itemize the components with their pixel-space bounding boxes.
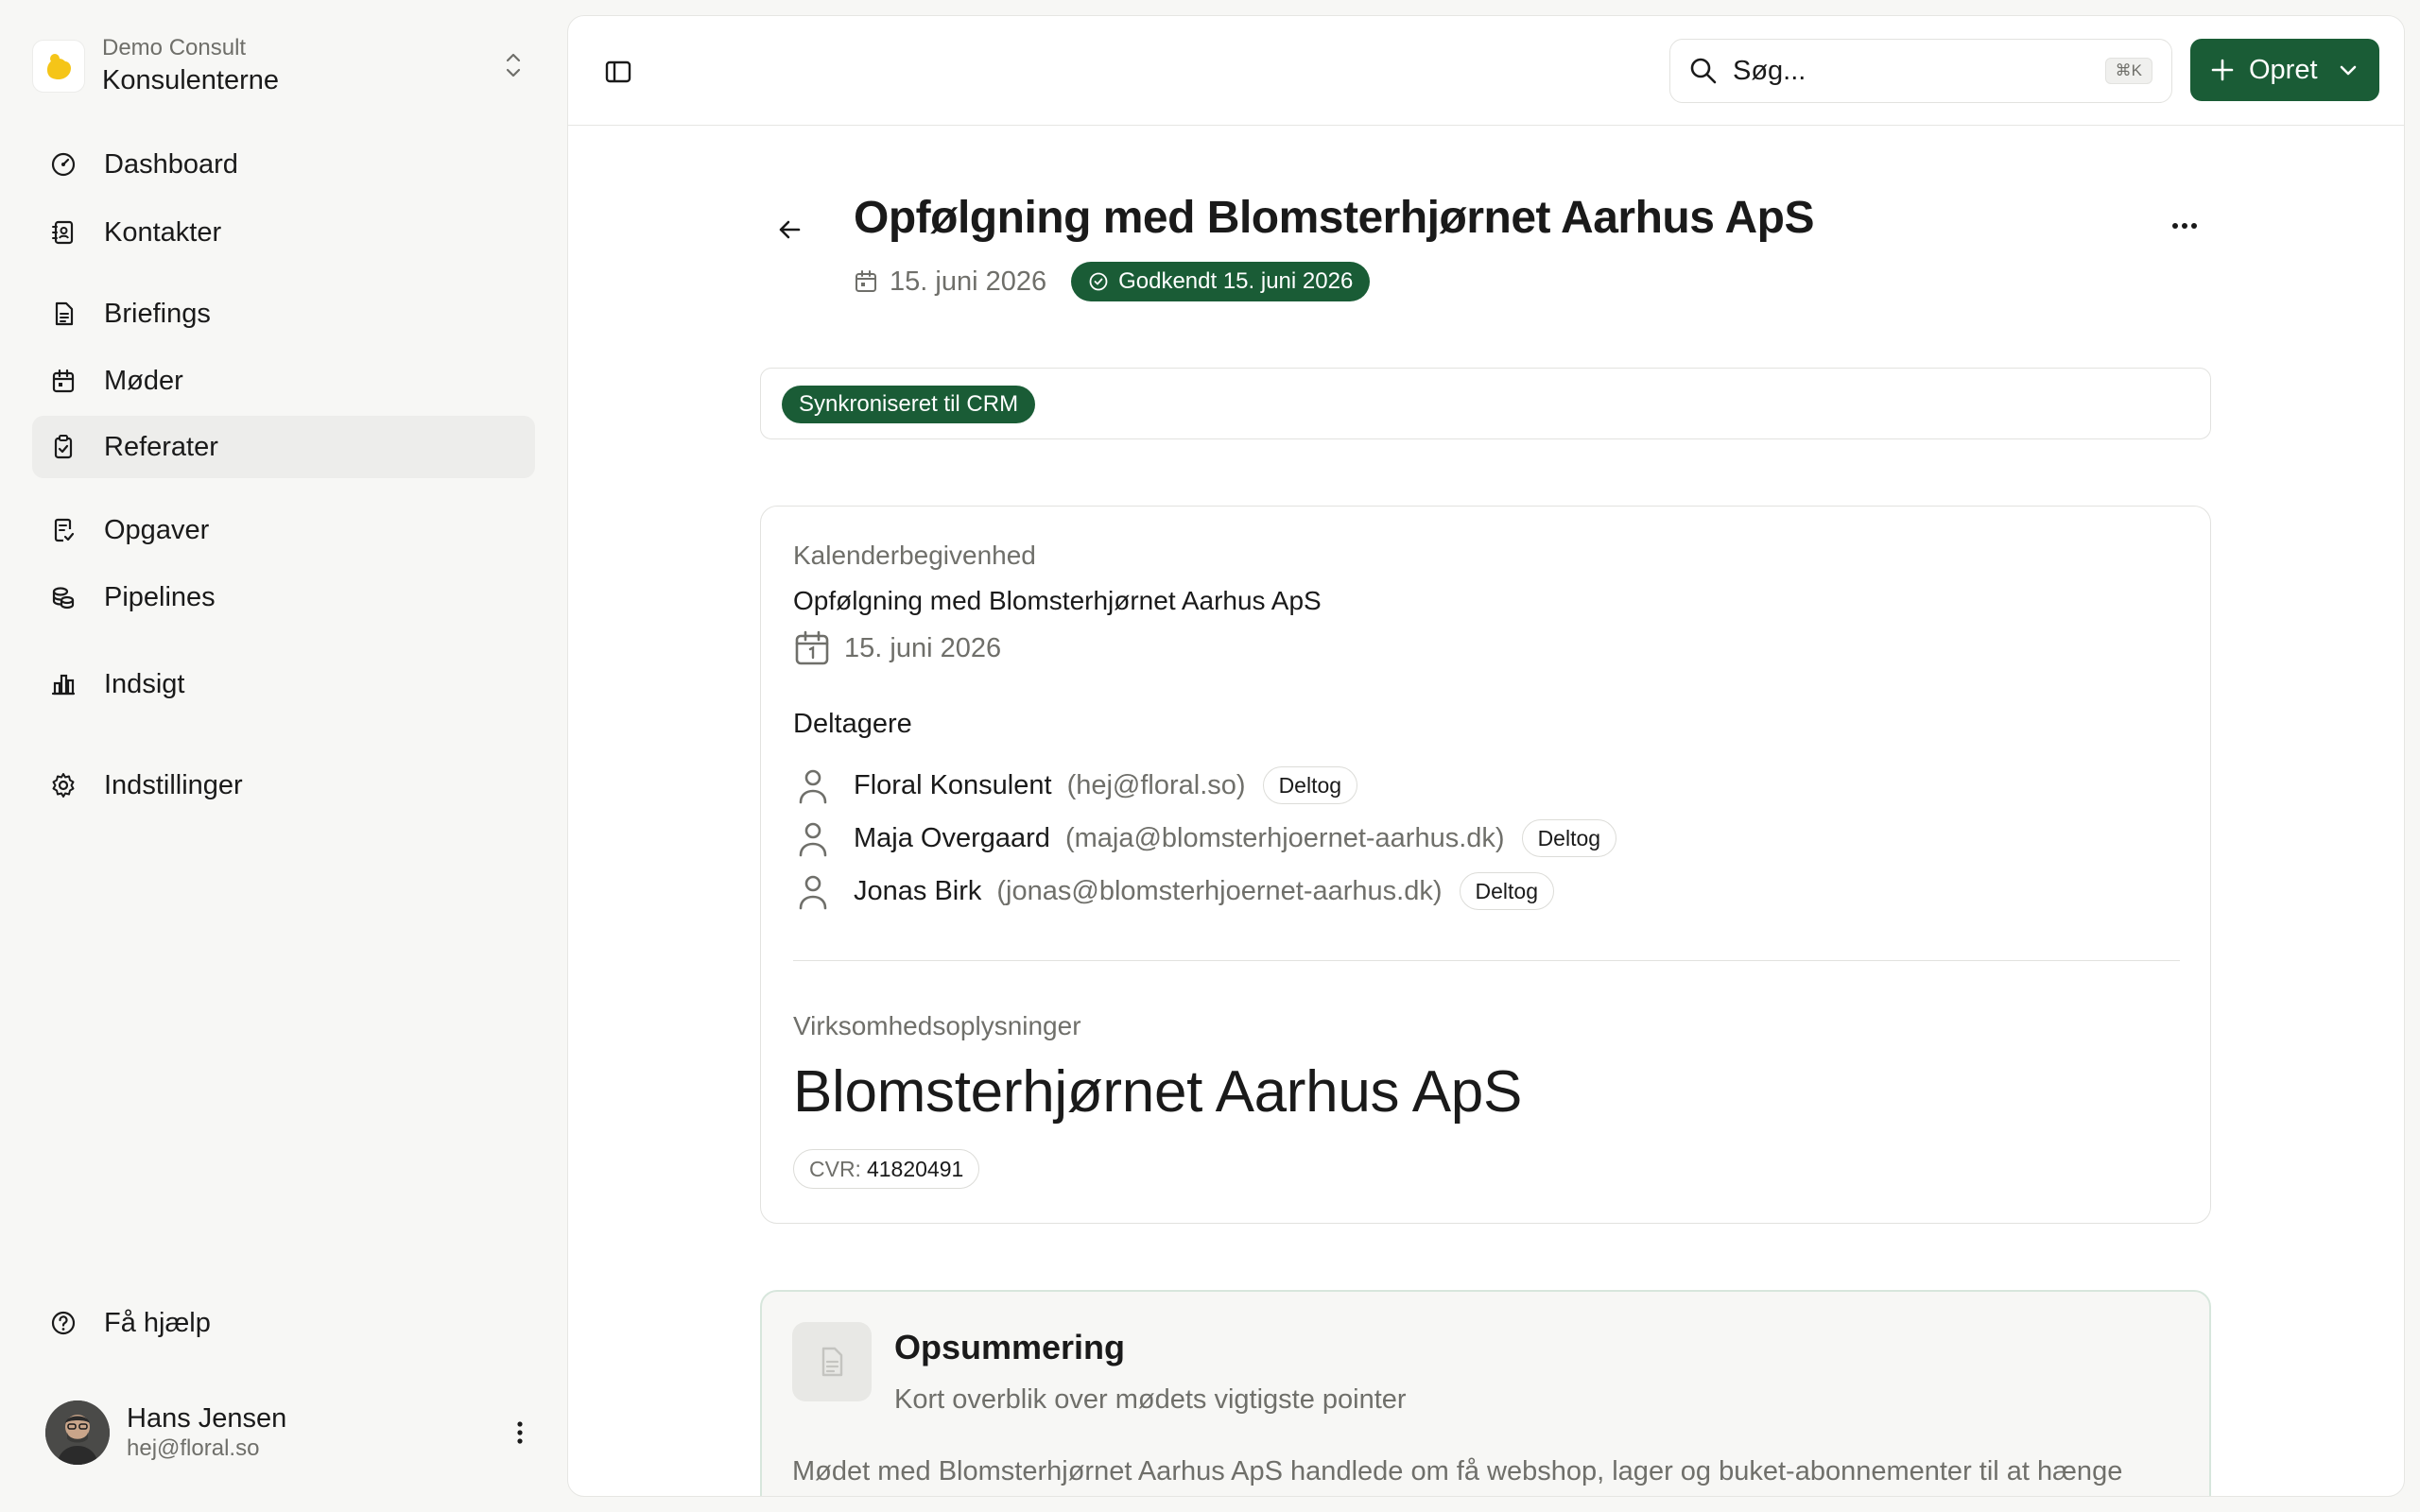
sidebar-item-label: Dashboard [104, 148, 238, 180]
search-input[interactable]: Søg... ⌘K [1669, 39, 2172, 103]
coins-icon [52, 587, 75, 610]
sidebar-item-pipelines[interactable]: Pipelines [32, 566, 535, 628]
participant-name: Jonas Birk [854, 875, 982, 906]
sidebar-item-label: Få hjælp [104, 1307, 211, 1338]
status-badge-label: Godkendt 15. juni 2026 [1118, 268, 1354, 294]
sidebar-item-dashboard[interactable]: Dashboard [32, 133, 535, 196]
gauge-icon [51, 152, 76, 177]
company-name: Blomsterhjørnet Aarhus ApS [793, 1059, 1523, 1125]
person-icon [799, 875, 827, 910]
sidebar-item-briefings[interactable]: Briefings [32, 283, 535, 345]
summary-card: Opsummering Kort overblik over mødets vi… [760, 1290, 2211, 1496]
sidebar-item-minutes[interactable]: Referater [32, 416, 535, 478]
participants-heading: Deltagere [793, 709, 912, 739]
plus-icon [2211, 59, 2234, 81]
sidebar-item-help[interactable]: Få hjælp [32, 1292, 535, 1354]
event-card: Kalenderbegivenhed Opfølgning med Blomst… [760, 506, 2211, 1224]
sidebar-item-label: Opgaver [104, 514, 210, 545]
participant-email: (jonas@blomsterhjoernet-aarhus.dk) [996, 875, 1443, 906]
attendance-badge: Deltog [1521, 819, 1617, 857]
event-date: 15. juni 2026 [793, 629, 1001, 667]
ellipsis-icon[interactable] [2166, 207, 2204, 245]
sidebar-panel-icon[interactable] [602, 56, 634, 88]
divider [793, 960, 2180, 961]
topbar: Søg... ⌘K Opret [568, 16, 2404, 126]
check-circle-icon [1089, 272, 1108, 291]
user-email: hej@floral.so [127, 1435, 260, 1461]
sidebar-item-label: Indstillinger [104, 769, 243, 800]
page-title: Opfølgning med Blomsterhjørnet Aarhus Ap… [854, 193, 1814, 243]
search-icon [1690, 58, 1717, 84]
calendar-icon [52, 369, 75, 393]
sidebar-item-label: Indsigt [104, 668, 185, 699]
participant-name: Maja Overgaard [854, 822, 1050, 853]
summary-title: Opsummering [894, 1328, 1126, 1366]
event-title: Opfølgning med Blomsterhjørnet Aarhus Ap… [793, 586, 1322, 615]
org-logo [32, 40, 85, 93]
attendance-badge: Deltog [1262, 766, 1358, 804]
summary-subtitle: Kort overblik over mødets vigtigste poin… [894, 1384, 1407, 1415]
question-circle-icon [51, 1311, 76, 1335]
arrow-left-icon[interactable] [772, 213, 806, 247]
summary-body: Mødet med Blomsterhjørnet Aarhus ApS han… [792, 1456, 2123, 1496]
calendar-icon [795, 630, 829, 665]
sidebar-item-label: Briefings [104, 298, 211, 329]
chevron-up-down-icon [506, 53, 521, 77]
task-list-icon [54, 518, 75, 542]
org-subtitle: Demo Consult [102, 35, 247, 60]
user-profile[interactable]: Hans Jensen hej@floral.so [45, 1399, 537, 1467]
org-switcher[interactable]: Demo Consult Konsulenterne [32, 30, 533, 102]
clipboard-check-icon [54, 435, 73, 459]
org-name: Konsulenterne [102, 65, 280, 95]
document-icon [792, 1322, 872, 1401]
sidebar-item-meetings[interactable]: Møder [32, 350, 535, 412]
create-button[interactable]: Opret [2190, 39, 2379, 101]
sidebar: Demo Consult Konsulenterne Dashboard Kon… [0, 0, 565, 1512]
sidebar-item-label: Referater [104, 431, 218, 462]
sync-badge: Synkroniseret til CRM [782, 386, 1036, 423]
vertical-ellipsis-icon[interactable] [503, 1416, 537, 1450]
sidebar-item-label: Kontakter [104, 216, 222, 248]
chevron-down-icon [2340, 65, 2357, 76]
search-shortcut: ⌘K [2104, 58, 2152, 84]
create-label: Opret [2249, 54, 2318, 85]
search-placeholder: Søg... [1733, 55, 1806, 86]
participant-email: (hej@floral.so) [1066, 769, 1246, 800]
person-icon [799, 822, 827, 857]
sidebar-item-label: Møder [104, 365, 183, 396]
participant-name: Floral Konsulent [854, 769, 1052, 800]
bar-chart-icon [51, 674, 76, 696]
person-icon [799, 769, 827, 804]
meeting-detail: Opfølgning med Blomsterhjørnet Aarhus Ap… [568, 126, 2404, 1496]
meeting-date: 15. juni 2026 [890, 266, 1047, 297]
contact-book-icon [52, 220, 74, 245]
status-badge: Godkendt 15. juni 2026 [1071, 262, 1371, 301]
user-name: Hans Jensen [127, 1403, 287, 1434]
sidebar-item-insights[interactable]: Indsigt [32, 653, 535, 715]
meeting-meta: 15. juni 2026 Godkendt 15. juni 2026 [854, 262, 1371, 301]
sidebar-item-contacts[interactable]: Kontakter [32, 201, 535, 264]
event-date-text: 15. juni 2026 [844, 632, 1002, 663]
participant-row: Jonas Birk (jonas@blomsterhjoernet-aarhu… [793, 869, 1554, 913]
sidebar-item-label: Pipelines [104, 581, 216, 612]
calendar-icon [856, 270, 876, 292]
avatar [45, 1400, 110, 1465]
gear-icon [52, 773, 75, 798]
section-label: Kalenderbegivenhed [793, 541, 1036, 570]
sidebar-item-tasks[interactable]: Opgaver [32, 499, 535, 561]
sidebar-item-settings[interactable]: Indstillinger [32, 754, 535, 816]
attendance-badge: Deltog [1459, 872, 1554, 910]
participant-row: Maja Overgaard (maja@blomsterhjoernet-aa… [793, 816, 1617, 860]
main-panel: Søg... ⌘K Opret Opfølgning med Blomsterh… [567, 15, 2405, 1497]
sync-status-box: Synkroniseret til CRM [760, 368, 2211, 439]
section-label: Virksomhedsoplysninger [793, 1011, 1081, 1040]
document-icon [55, 301, 74, 326]
cvr-label: CVR: [809, 1156, 861, 1181]
cvr-value: 41820491 [866, 1156, 964, 1181]
participant-row: Floral Konsulent (hej@floral.so) Deltog [793, 764, 1358, 807]
participant-email: (maja@blomsterhjoernet-aarhus.dk) [1064, 822, 1505, 853]
cvr-badge: CVR: 41820491 [793, 1149, 980, 1189]
